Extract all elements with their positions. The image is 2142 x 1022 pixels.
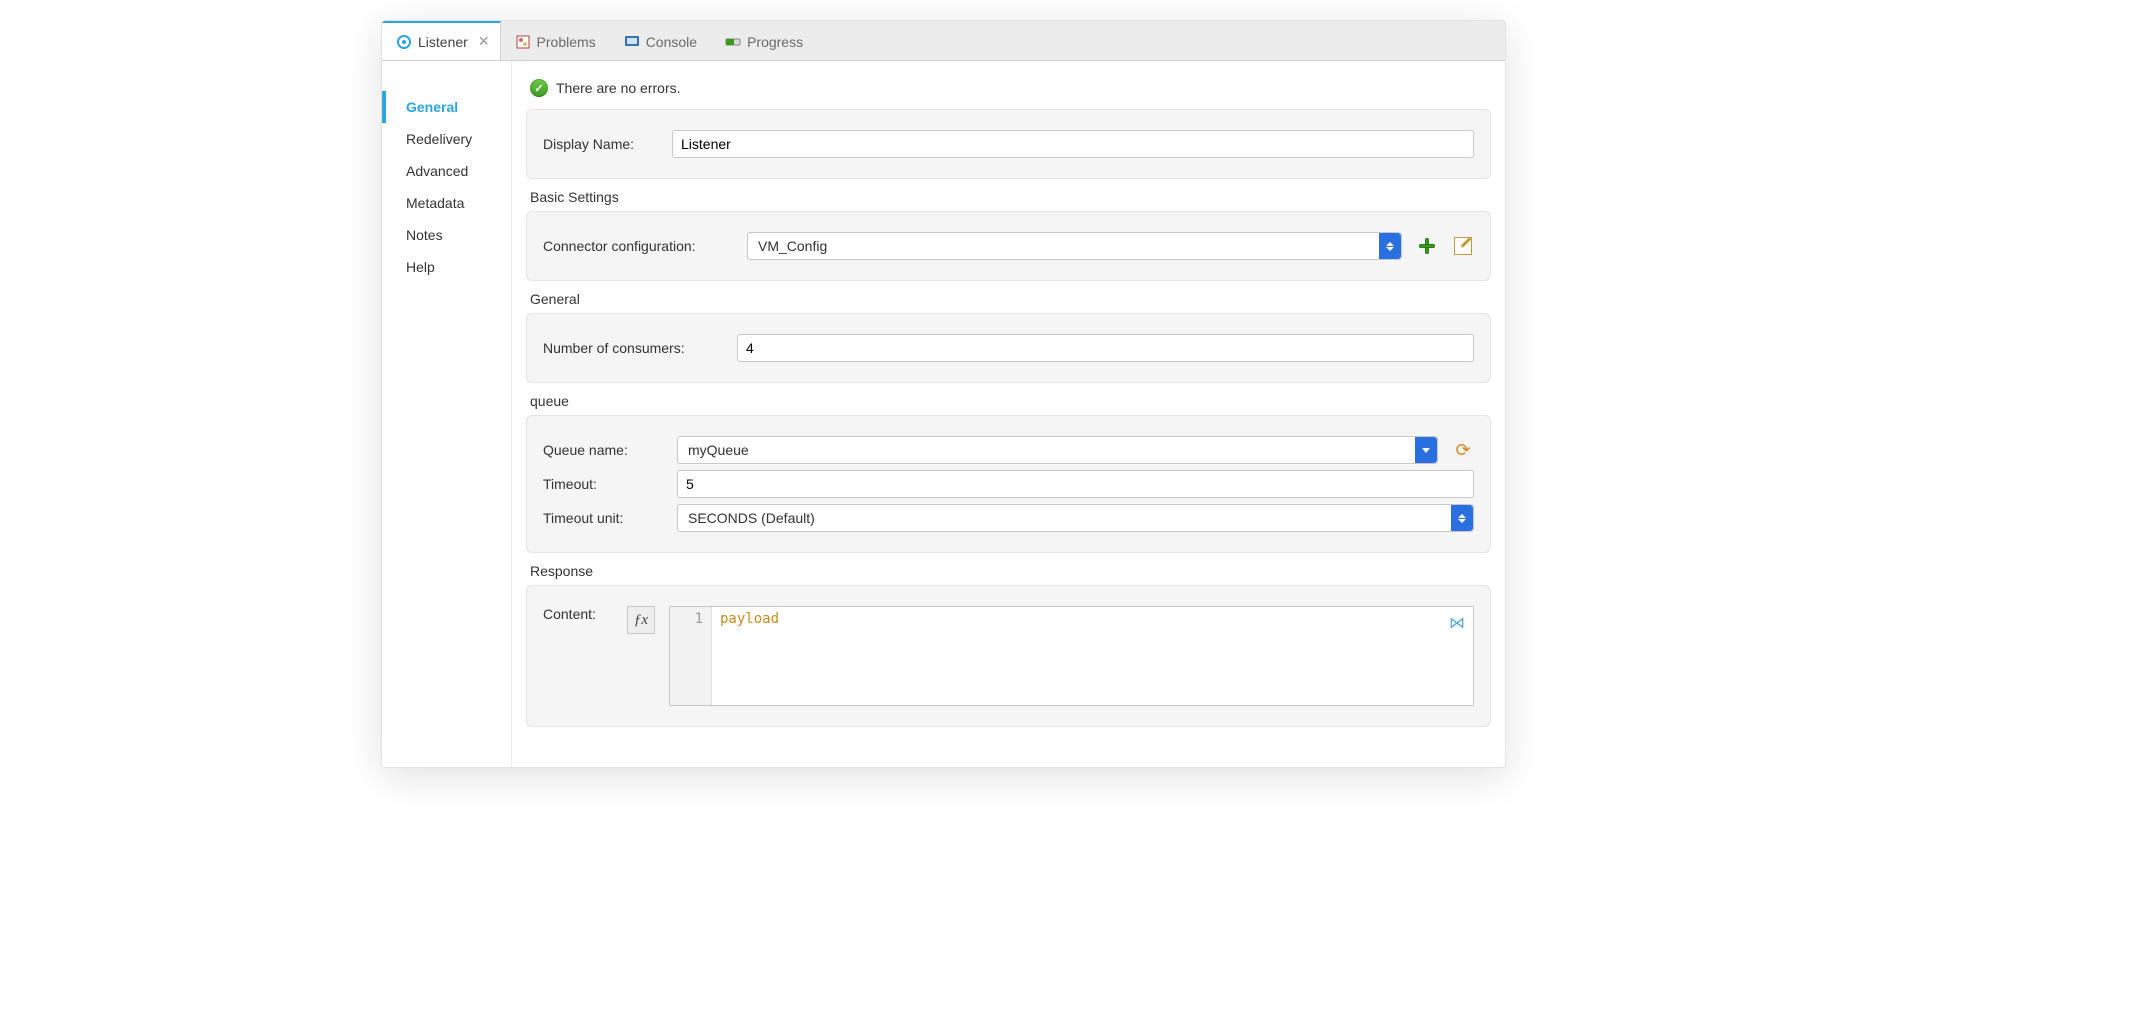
fx-button[interactable]: ƒx [627,606,655,634]
timeout-unit-select[interactable]: SECONDS (Default) [677,504,1474,532]
add-config-button[interactable] [1416,235,1438,257]
sidebar-item-advanced[interactable]: Advanced [382,155,511,187]
sidebar-item-notes[interactable]: Notes [382,219,511,251]
tab-problems[interactable]: Problems [501,21,610,60]
console-icon [624,34,640,50]
group-general: Number of consumers: [526,313,1491,383]
num-consumers-label: Number of consumers: [543,340,723,356]
listener-icon [396,34,412,50]
sidebar-item-redelivery[interactable]: Redelivery [382,123,511,155]
section-title-response: Response [530,563,1487,579]
sidebar-item-general[interactable]: General [382,91,511,123]
close-icon[interactable]: ✕ [478,33,490,50]
editor-code: payload [720,611,779,627]
tab-label: Problems [537,34,596,50]
content-label: Content: [543,606,613,622]
queue-name-select[interactable]: myQueue [677,436,1438,464]
chevron-down-icon [1415,437,1437,463]
group-display-name: Display Name: [526,109,1491,179]
display-name-input[interactable] [672,130,1474,158]
connector-config-select[interactable]: VM_Config [747,232,1402,260]
editor-gutter: 1 [670,607,712,705]
queue-refresh-button[interactable]: ⟳ [1452,439,1474,461]
tab-progress[interactable]: Progress [711,21,817,60]
sidebar-item-metadata[interactable]: Metadata [382,187,511,219]
tab-label: Console [646,34,697,50]
queue-name-value: myQueue [688,442,749,458]
section-title-basic: Basic Settings [530,189,1487,205]
connector-config-label: Connector configuration: [543,238,733,254]
tab-bar: Listener ✕ Problems Console Progress [382,21,1505,61]
chevron-updown-icon [1379,233,1401,259]
tab-label: Progress [747,34,803,50]
tab-listener[interactable]: Listener ✕ [382,20,501,60]
dataweave-icon[interactable]: ⋈ [1449,613,1465,632]
listener-config-window: Listener ✕ Problems Console Progress Gen… [381,20,1506,768]
connector-config-value: VM_Config [758,238,827,254]
status-message: There are no errors. [556,80,681,96]
timeout-unit-value: SECONDS (Default) [688,510,815,526]
plus-icon [1419,238,1435,254]
sidebar: General Redelivery Advanced Metadata Not… [382,61,512,767]
display-name-label: Display Name: [543,136,658,152]
section-title-queue: queue [530,393,1487,409]
group-response: Content: ƒx 1 payload ⋈ [526,585,1491,727]
content-editor[interactable]: 1 payload ⋈ [669,606,1474,706]
chevron-updown-icon [1451,505,1473,531]
section-title-general: General [530,291,1487,307]
group-queue: Queue name: myQueue ⟳ Timeout: Timeout u… [526,415,1491,553]
timeout-label: Timeout: [543,476,663,492]
tab-label: Listener [418,34,468,50]
timeout-input[interactable] [677,470,1474,498]
sidebar-item-help[interactable]: Help [382,251,511,283]
refresh-icon: ⟳ [1455,440,1470,461]
check-icon: ✓ [530,79,548,97]
group-basic-settings: Connector configuration: VM_Config [526,211,1491,281]
main-panel: ✓ There are no errors. Display Name: Bas… [512,61,1505,767]
edit-icon [1454,237,1472,255]
progress-icon [725,34,741,50]
status-row: ✓ There are no errors. [526,75,1491,109]
num-consumers-input[interactable] [737,334,1474,362]
tab-console[interactable]: Console [610,21,711,60]
queue-name-label: Queue name: [543,442,663,458]
edit-config-button[interactable] [1452,235,1474,257]
problems-icon [515,34,531,50]
timeout-unit-label: Timeout unit: [543,510,663,526]
